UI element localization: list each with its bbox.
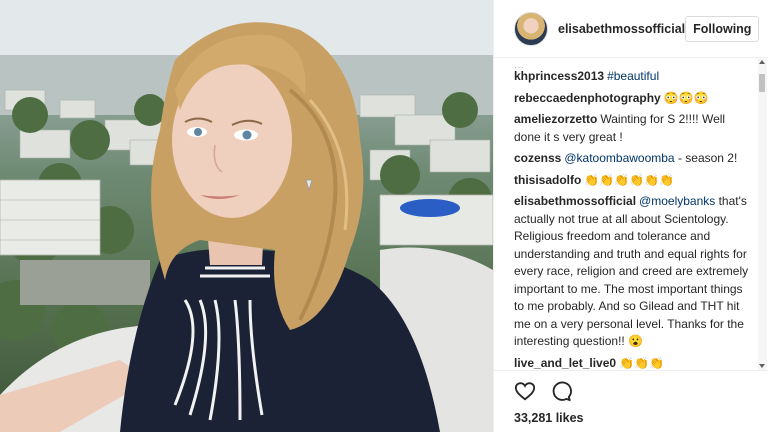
comment-scrollbar[interactable] — [758, 58, 767, 370]
comment-username[interactable]: ameliezorzetto — [514, 112, 597, 126]
scroll-up-arrow-icon[interactable] — [759, 60, 765, 64]
post-photo[interactable] — [0, 0, 493, 432]
comment-item: rebeccaedenphotography 😳😳😳 — [514, 90, 749, 108]
username-link[interactable]: elisabethmossofficial — [558, 22, 685, 36]
comment-text: that's actually not true at all about Sc… — [514, 194, 749, 348]
comment-text: 👏👏👏👏👏👏 — [584, 172, 674, 187]
action-icons — [514, 379, 749, 403]
comment-list: ... khprincess2013#beautifulrebeccaedenp… — [494, 58, 768, 370]
comment-text: 😳😳😳 — [663, 90, 709, 105]
post-sidebar: elisabethmossofficial Following ... khpr… — [493, 0, 768, 432]
post-actions: 33,281 likes • • • • • • — [494, 370, 768, 432]
comment-username[interactable]: rebeccaedenphotography — [514, 91, 661, 105]
comment-username[interactable]: thisisadolfo — [514, 173, 581, 187]
comment-username[interactable]: cozenss — [514, 151, 561, 165]
comment-username[interactable]: elisabethmossofficial — [514, 194, 636, 208]
following-button[interactable]: Following — [685, 15, 760, 42]
heart-icon[interactable] — [514, 380, 536, 402]
photo-illustration — [0, 0, 493, 432]
comment-item: live_and_let_live0 👏👏👏 — [514, 355, 749, 371]
comment-item: cozenss @katoombawoomba - season 2! — [514, 150, 749, 168]
comment-item: elisabethmossofficial @moelybanks that's … — [514, 193, 749, 351]
scroll-down-arrow-icon[interactable] — [759, 364, 765, 368]
scroll-thumb[interactable] — [759, 74, 765, 92]
comment-link[interactable]: @katoombawoomba — [564, 151, 674, 165]
comment-link[interactable]: #beautiful — [607, 69, 659, 83]
comment-item: khprincess2013 #beautiful — [514, 68, 749, 86]
comment-icon[interactable] — [550, 380, 572, 402]
comment-item: ameliezorzetto Wainting for S 2!!!! Well … — [514, 111, 749, 146]
comment-username[interactable]: live_and_let_live0 — [514, 356, 616, 370]
comment-text: 👏👏👏 — [619, 355, 664, 370]
comment-username[interactable]: khprincess2013 — [514, 69, 604, 83]
post-header: elisabethmossofficial Following — [494, 0, 768, 58]
comment-link[interactable]: @moelybanks — [639, 194, 715, 208]
like-count[interactable]: 33,281 likes — [514, 411, 749, 425]
avatar[interactable] — [514, 11, 548, 46]
comment-text: - season 2! — [674, 151, 738, 165]
comment-item: thisisadolfo 👏👏👏👏👏👏 — [514, 172, 749, 190]
